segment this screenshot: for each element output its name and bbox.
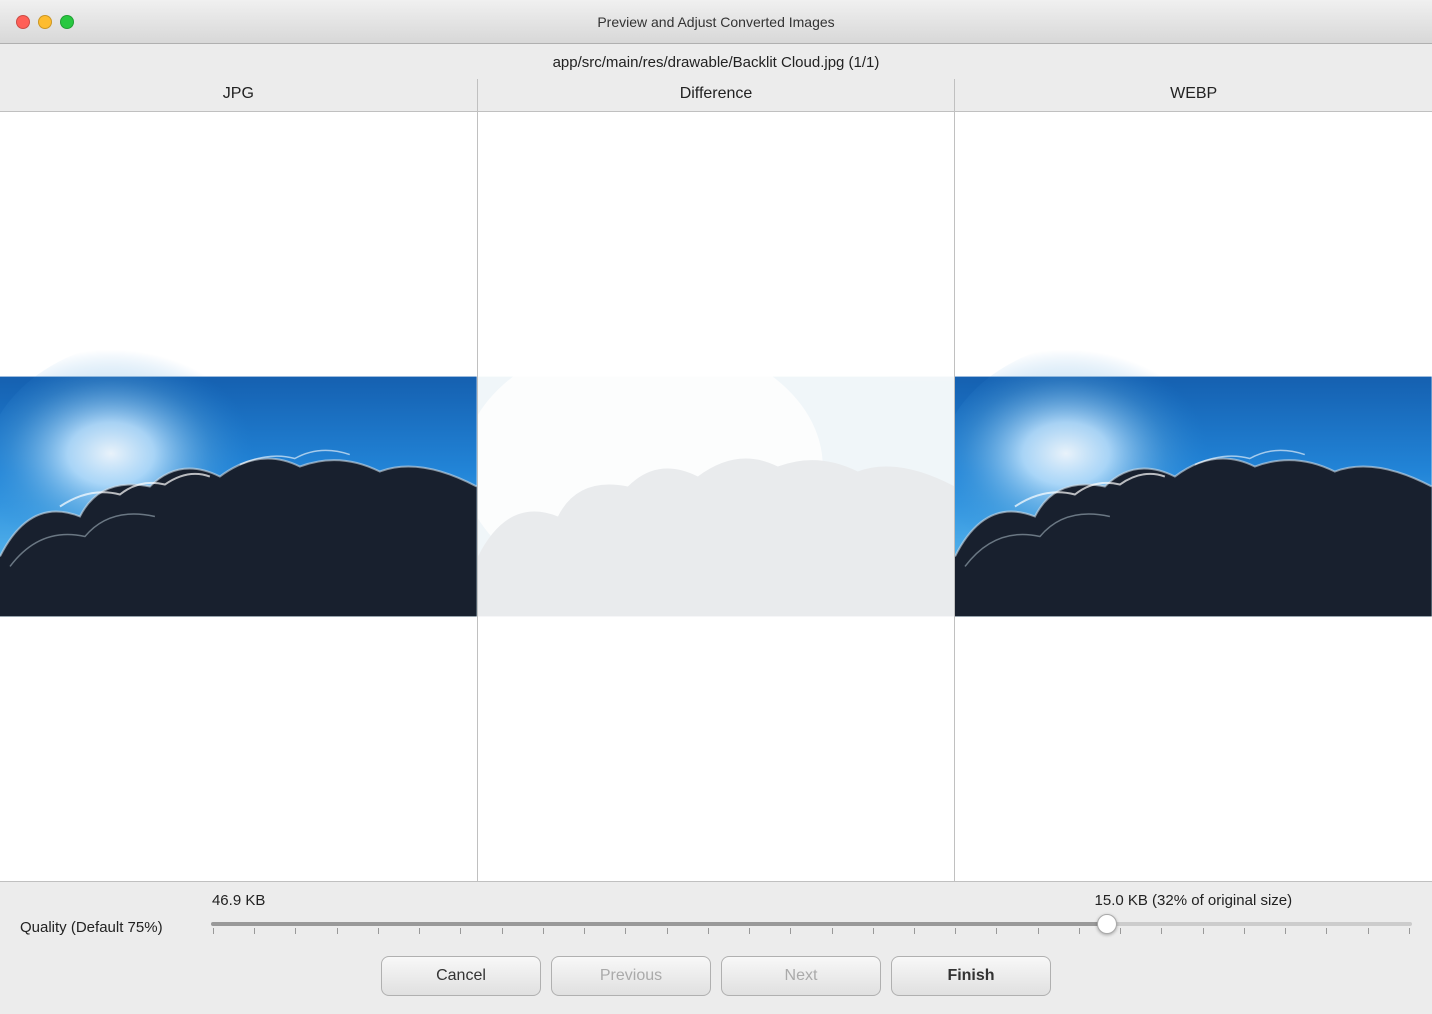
difference-image bbox=[478, 112, 955, 881]
tick bbox=[1409, 928, 1410, 934]
tick bbox=[873, 928, 874, 934]
tick bbox=[1161, 928, 1162, 934]
jpg-file-size: 46.9 KB bbox=[0, 892, 477, 909]
tick bbox=[914, 928, 915, 934]
slider-ticks bbox=[211, 928, 1412, 934]
webp-file-size: 15.0 KB (32% of original size) bbox=[955, 892, 1432, 909]
cancel-button[interactable]: Cancel bbox=[381, 956, 541, 996]
webp-image bbox=[955, 112, 1432, 881]
column-headers: JPG Difference WEBP bbox=[0, 79, 1432, 111]
quality-row: Quality (Default 75%) bbox=[0, 915, 1432, 946]
titlebar: Preview and Adjust Converted Images bbox=[0, 0, 1432, 44]
tick bbox=[1120, 928, 1121, 934]
tick bbox=[955, 928, 956, 934]
previous-button[interactable]: Previous bbox=[551, 956, 711, 996]
next-button[interactable]: Next bbox=[721, 956, 881, 996]
close-button[interactable] bbox=[16, 15, 30, 29]
difference-file-size bbox=[477, 892, 954, 909]
tick bbox=[1038, 928, 1039, 934]
tick bbox=[708, 928, 709, 934]
tick bbox=[378, 928, 379, 934]
tick bbox=[254, 928, 255, 934]
quality-label: Quality (Default 75%) bbox=[20, 919, 195, 936]
difference-column-header: Difference bbox=[478, 79, 956, 111]
tick bbox=[1368, 928, 1369, 934]
maximize-button[interactable] bbox=[60, 15, 74, 29]
difference-preview-pane bbox=[478, 112, 956, 881]
quality-slider-container bbox=[211, 922, 1412, 934]
window-controls bbox=[16, 15, 74, 29]
tick bbox=[996, 928, 997, 934]
minimize-button[interactable] bbox=[38, 15, 52, 29]
quality-slider[interactable] bbox=[211, 922, 1412, 926]
webp-preview-pane bbox=[955, 112, 1432, 881]
jpg-preview-pane bbox=[0, 112, 478, 881]
webp-column-header: WEBP bbox=[955, 79, 1432, 111]
tick bbox=[419, 928, 420, 934]
tick bbox=[337, 928, 338, 934]
tick bbox=[1203, 928, 1204, 934]
window-title: Preview and Adjust Converted Images bbox=[597, 14, 834, 30]
tick bbox=[749, 928, 750, 934]
tick bbox=[667, 928, 668, 934]
file-sizes-row: 46.9 KB 15.0 KB (32% of original size) bbox=[0, 882, 1432, 915]
filepath-bar: app/src/main/res/drawable/Backlit Cloud.… bbox=[0, 44, 1432, 79]
tick bbox=[1285, 928, 1286, 934]
tick bbox=[213, 928, 214, 934]
tick bbox=[1244, 928, 1245, 934]
tick bbox=[625, 928, 626, 934]
jpg-column-header: JPG bbox=[0, 79, 478, 111]
footer: 46.9 KB 15.0 KB (32% of original size) Q… bbox=[0, 882, 1432, 1014]
tick bbox=[584, 928, 585, 934]
tick bbox=[790, 928, 791, 934]
tick bbox=[1079, 928, 1080, 934]
tick bbox=[832, 928, 833, 934]
preview-area bbox=[0, 111, 1432, 882]
tick bbox=[543, 928, 544, 934]
tick bbox=[502, 928, 503, 934]
tick bbox=[460, 928, 461, 934]
jpg-image bbox=[0, 112, 477, 881]
buttons-row: Cancel Previous Next Finish bbox=[0, 946, 1432, 1014]
filepath-text: app/src/main/res/drawable/Backlit Cloud.… bbox=[553, 54, 880, 71]
tick bbox=[1326, 928, 1327, 934]
finish-button[interactable]: Finish bbox=[891, 956, 1051, 996]
tick bbox=[295, 928, 296, 934]
